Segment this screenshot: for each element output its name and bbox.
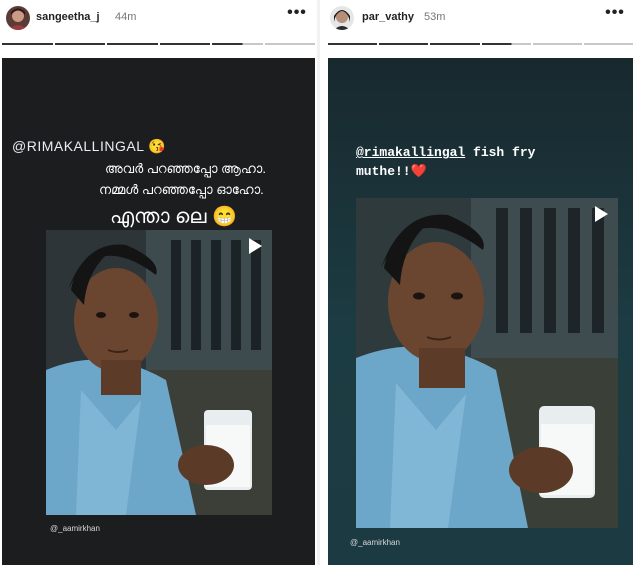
mention-handle[interactable]: @rimakallingal [356,145,465,160]
progress-segment [2,43,53,45]
mention-rest: fish fry [465,145,536,160]
username[interactable]: sangeetha_j [36,11,100,23]
progress-segment [107,43,158,45]
mention-text[interactable]: @RIMAKALLINGAL 😘 [12,138,166,155]
mention-handle[interactable]: @RIMAKALLINGAL [12,138,144,154]
progress-segment-current [481,43,531,45]
caption-line-1: അവർ പറഞ്ഞപ്പോ ആഹാ. [105,161,266,176]
caption-line-3: എന്താ ലെ 😁 [110,204,237,229]
boy-with-milk-illustration [46,230,272,515]
image-credit[interactable]: @_aamirkhan [50,524,100,533]
story-header: par_vathy 53m ••• [320,0,637,36]
story-progress-bar [2,43,315,46]
more-options-icon[interactable]: ••• [604,4,626,28]
caption-line-2: നമ്മൾ പറഞ്ഞപ്പോ ഓഹോ. [99,182,264,197]
caption-text: muthe!! [356,164,411,179]
story-card[interactable]: @RIMAKALLINGAL 😘 അവർ പറഞ്ഞപ്പോ ആഹാ. നമ്മ… [2,58,315,565]
grin-emoji: 😁 [212,206,237,228]
progress-segment [328,43,378,45]
progress-segment [430,43,480,45]
story-panel-right: par_vathy 53m ••• @rimakallingal fish fr… [320,0,637,565]
story-header: sangeetha_j 44m ••• [0,0,317,36]
progress-segment-current [212,43,263,45]
story-panel-left: sangeetha_j 44m ••• @RIMAKALLINGAL 😘 അവർ… [0,0,317,565]
story-card[interactable]: @rimakallingal fish fry muthe!!❤️ @_aami… [328,58,633,565]
progress-segment [264,43,315,45]
play-icon[interactable] [595,206,608,222]
caption-line-2: muthe!!❤️ [356,164,427,179]
boy-with-milk-illustration [356,198,618,528]
heart-icon: ❤️ [410,164,427,179]
progress-segment [379,43,429,45]
progress-segment [532,43,582,45]
shared-post-image[interactable] [46,230,272,515]
caption-text: എന്താ ലെ [110,206,207,228]
shared-post-image[interactable] [356,198,618,528]
image-credit[interactable]: @_aamirkhan [350,538,400,547]
more-options-icon[interactable]: ••• [286,4,308,28]
post-time: 44m [115,11,137,23]
play-icon[interactable] [249,238,262,254]
avatar[interactable] [330,6,354,30]
story-progress-bar [328,43,634,46]
kiss-emoji: 😘 [148,138,167,154]
post-time: 53m [424,11,446,23]
progress-segment [159,43,210,45]
username[interactable]: par_vathy [362,11,414,23]
progress-segment [54,43,105,45]
progress-segment [583,43,634,45]
avatar[interactable] [6,6,30,30]
mention-text[interactable]: @rimakallingal fish fry [356,145,535,160]
